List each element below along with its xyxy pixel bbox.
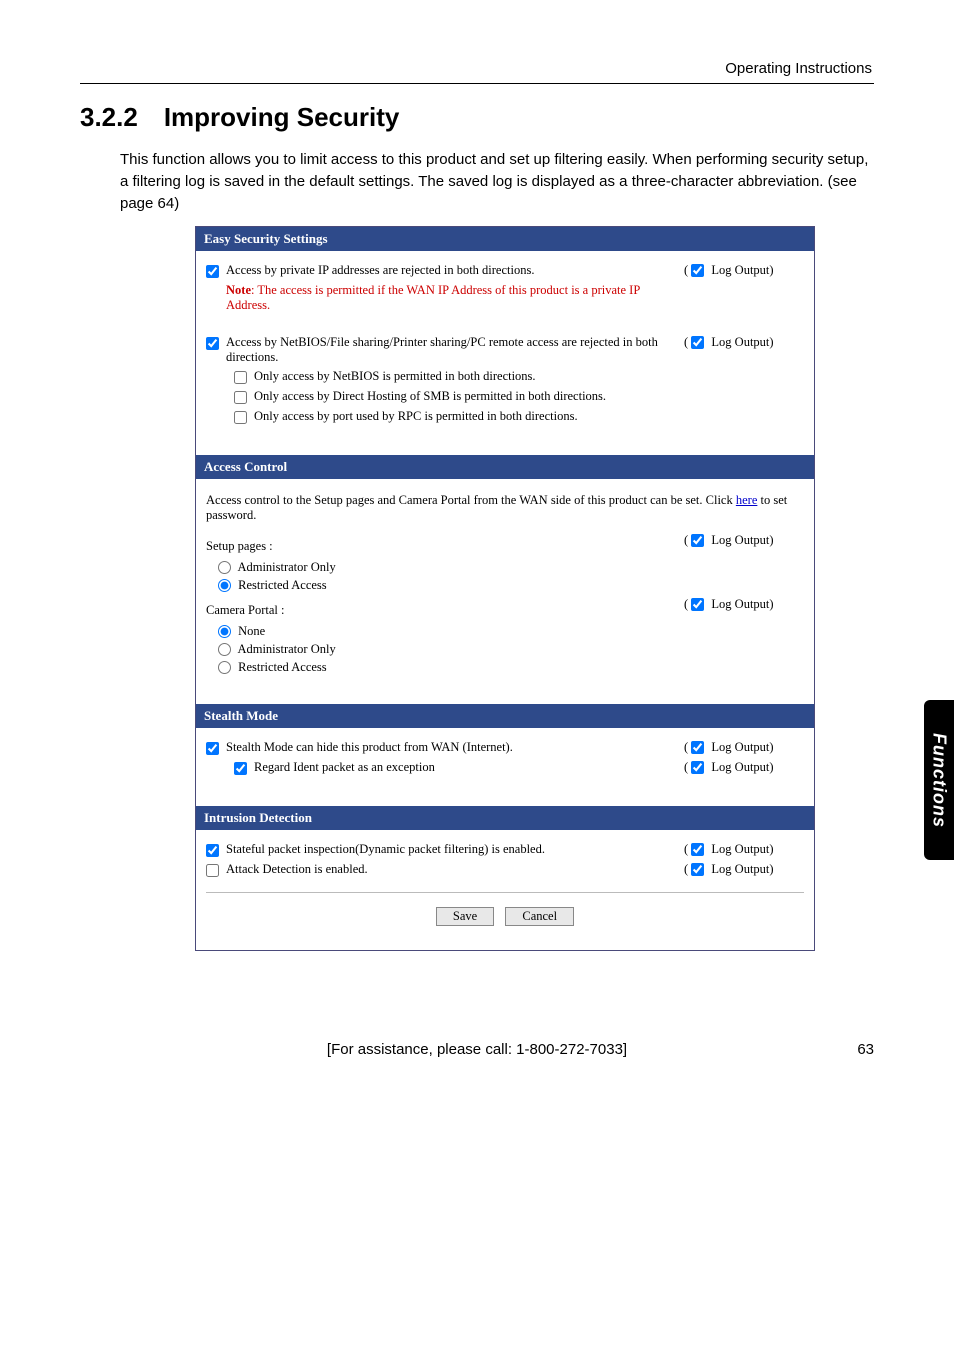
camera-admin-label: Administrator Only [237,642,335,656]
netbios-sub1-checkbox[interactable] [234,371,247,384]
stealth-mode-checkbox[interactable] [206,742,219,755]
page-number: 63 [834,1041,874,1058]
log-output-1-checkbox[interactable] [691,264,704,277]
reject-private-ip-label: Access by private IP addresses are rejec… [226,263,684,278]
log-output-2: ( Log Output) [684,335,804,350]
reject-private-ip-checkbox[interactable] [206,265,219,278]
log-output-8: ( Log Output) [684,862,804,877]
log-output-2-checkbox[interactable] [691,336,704,349]
reject-netbios-label: Access by NetBIOS/File sharing/Printer s… [226,335,684,365]
camera-none-radio[interactable] [218,625,231,638]
easy-security-header: Easy Security Settings [196,227,814,251]
setup-admin-label: Administrator Only [237,560,335,574]
netbios-sub2-label: Only access by Direct Hosting of SMB is … [254,389,804,404]
camera-restricted-label: Restricted Access [238,660,327,674]
intrusion-detection-header: Intrusion Detection [196,806,814,830]
stealth-mode-header: Stealth Mode [196,704,814,728]
camera-admin-radio[interactable] [218,643,231,656]
attack-detection-checkbox[interactable] [206,864,219,877]
spi-label: Stateful packet inspection(Dynamic packe… [226,842,684,857]
camera-portal-label: Camera Portal : [206,603,684,618]
log-output-7: ( Log Output) [684,842,804,857]
spi-checkbox[interactable] [206,844,219,857]
stealth-mode-label: Stealth Mode can hide this product from … [226,740,684,755]
netbios-sub1-label: Only access by NetBIOS is permitted in b… [254,369,804,384]
setup-pages-label: Setup pages : [206,539,684,554]
section-number: 3.2.2 [80,102,138,132]
cancel-button[interactable]: Cancel [505,907,574,926]
setup-restricted-radio[interactable] [218,579,231,592]
log-output-4: ( Log Output) [684,597,804,612]
log-output-8-checkbox[interactable] [691,863,704,876]
log-output-3-checkbox[interactable] [691,534,704,547]
note-prefix: Note [226,283,251,297]
log-output-4-checkbox[interactable] [691,598,704,611]
access-control-header: Access Control [196,455,814,479]
section-title-text: Improving Security [164,102,400,132]
netbios-sub3-checkbox[interactable] [234,411,247,424]
camera-none-label: None [238,624,265,638]
log-output-5: ( Log Output) [684,740,804,755]
netbios-sub3-label: Only access by port used by RPC is permi… [254,409,804,424]
header-rule [80,83,874,84]
setup-restricted-label: Restricted Access [238,578,327,592]
section-heading: 3.2.2 Improving Security [80,102,874,133]
log-output-3: ( Log Output) [684,533,804,548]
reject-netbios-checkbox[interactable] [206,337,219,350]
side-tab-functions: Functions [924,700,954,860]
ident-exception-checkbox[interactable] [234,762,247,775]
page-header-right: Operating Instructions [80,60,874,77]
ident-exception-label: Regard Ident packet as an exception [254,760,684,775]
settings-screenshot: Easy Security Settings Access by private… [195,226,815,951]
set-password-link[interactable]: here [736,493,758,507]
log-output-6: ( Log Output) [684,760,804,775]
camera-restricted-radio[interactable] [218,661,231,674]
save-button[interactable]: Save [436,907,494,926]
log-output-5-checkbox[interactable] [691,741,704,754]
setup-admin-radio[interactable] [218,561,231,574]
log-output-7-checkbox[interactable] [691,843,704,856]
log-output-6-checkbox[interactable] [691,761,704,774]
footer-assist: [For assistance, please call: 1-800-272-… [120,1041,834,1058]
intro-paragraph: This function allows you to limit access… [80,149,874,214]
access-control-intro: Access control to the Setup pages and Ca… [206,493,804,523]
netbios-sub2-checkbox[interactable] [234,391,247,404]
log-output-1: ( Log Output) [684,263,804,278]
note-body-line: : The access is permitted if the WAN IP … [226,283,640,312]
attack-detection-label: Attack Detection is enabled. [226,862,684,877]
